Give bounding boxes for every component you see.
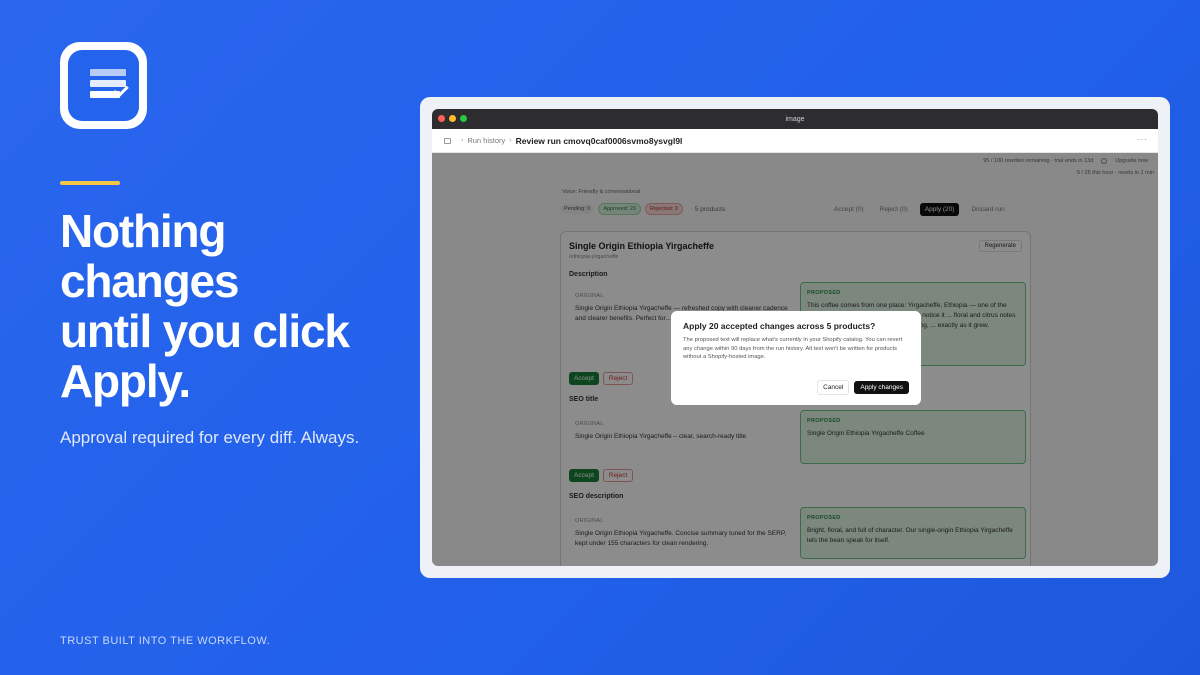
- apply-confirm-dialog: Apply 20 accepted changes across 5 produ…: [671, 311, 921, 405]
- headline-line: until you click: [60, 305, 350, 357]
- minimize-window-button[interactable]: [449, 115, 456, 122]
- app-window: image › Run history › Review run cmovq0c…: [432, 109, 1158, 566]
- maximize-window-button[interactable]: [460, 115, 467, 122]
- review-page: 95 / 100 rewrites remaining · trial ends…: [432, 153, 1158, 566]
- screenshot-frame: image › Run history › Review run cmovq0c…: [420, 97, 1170, 578]
- dialog-body: The proposed text will replace what's cu…: [683, 337, 903, 360]
- window-controls: [438, 115, 467, 122]
- accent-divider: [60, 181, 120, 185]
- sidebar-toggle-icon[interactable]: [444, 137, 451, 144]
- close-window-button[interactable]: [438, 115, 445, 122]
- headline-line: changes: [60, 255, 239, 307]
- window-title: image: [785, 115, 805, 123]
- hero-subhead: Approval required for every diff. Always…: [60, 428, 360, 447]
- window-titlebar: image: [432, 109, 1158, 129]
- footer-tagline: TRUST BUILT INTO THE WORKFLOW.: [60, 635, 271, 647]
- page-title: Review run cmovq0caf0006svmo8ysvgl9l: [515, 135, 683, 146]
- breadcrumb: › Run history › Review run cmovq0caf0006…: [432, 129, 1158, 153]
- hero-headline: Nothing changes until you click Apply.: [60, 206, 400, 406]
- apply-changes-button[interactable]: Apply changes: [854, 381, 909, 394]
- headline-line: Nothing: [60, 205, 227, 257]
- app-logo: [60, 42, 147, 129]
- dialog-title: Apply 20 accepted changes across 5 produ…: [683, 321, 876, 331]
- dialog-actions: Cancel Apply changes: [817, 380, 909, 395]
- headline-line: Apply.: [60, 355, 191, 407]
- stack-check-icon: [68, 50, 139, 121]
- breadcrumb-run-history[interactable]: Run history: [467, 136, 505, 145]
- cancel-button[interactable]: Cancel: [817, 380, 850, 395]
- chevron-right-icon: ›: [461, 137, 464, 144]
- chevron-right-icon: ›: [509, 137, 512, 144]
- more-options-icon[interactable]: ···: [1137, 135, 1148, 144]
